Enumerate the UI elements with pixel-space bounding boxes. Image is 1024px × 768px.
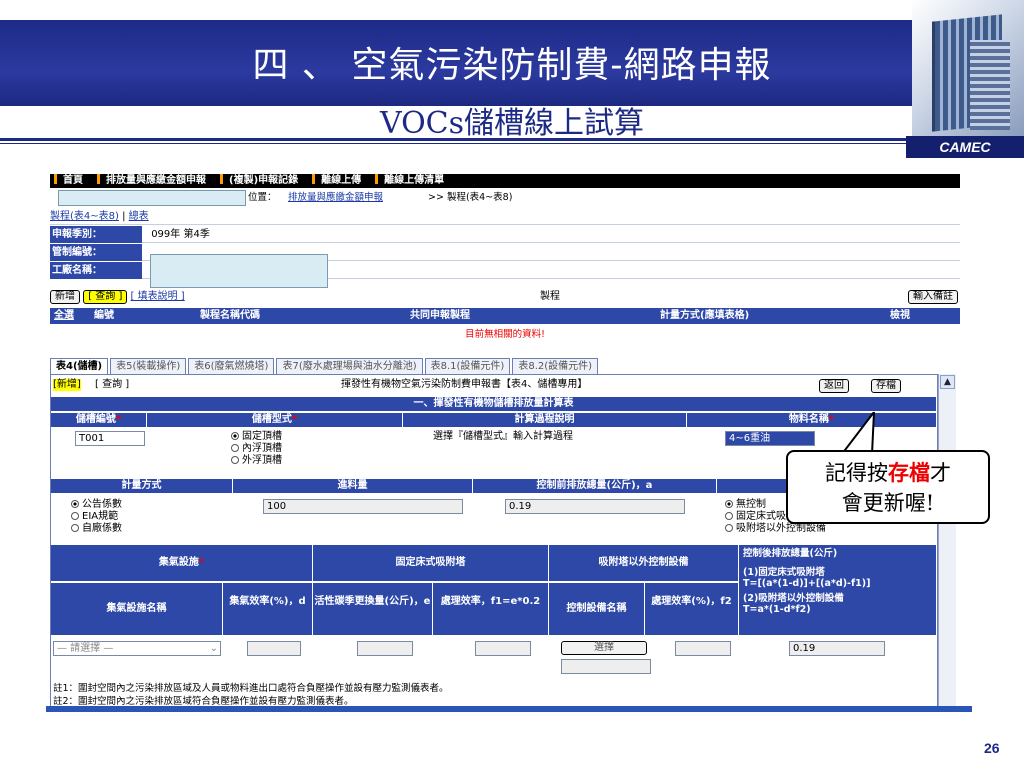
radio-icon [725, 500, 733, 508]
tank-form-panel: [新增] [ 查詢 ] 揮發性有機物空氣污染防制費申報書【表4、儲槽專用】 返回… [50, 374, 938, 710]
panel-new-button[interactable]: [新增] [53, 379, 81, 391]
field-period: 申報季別： 099年 第4季 [50, 226, 960, 243]
tank-id-input[interactable]: T001 [75, 431, 145, 446]
breadcrumb: 位置： 排放量與應繳金額申報 >> 製程(表4~表8) [50, 190, 960, 206]
redacted-box [58, 190, 246, 206]
slide: 四 、 空氣污染防制費-網路申報 VOCs儲槽線上試算 CAMEC 首頁 排放量… [0, 0, 1024, 768]
breadcrumb-link[interactable]: 排放量與應繳金額申報 [288, 190, 383, 206]
screenshot-border [46, 706, 972, 712]
header-eff2: 處理效率(%)，f2 [645, 583, 739, 635]
header-method: 計量方式 [51, 479, 233, 493]
callout-pointer [840, 412, 876, 454]
top-nav: 首頁 排放量與應繳金額申報 (複製)申報記錄 離線上傳 離線上傳清單 [50, 174, 960, 188]
nav-home[interactable]: 首頁 [54, 174, 83, 188]
radio-icon [725, 512, 733, 520]
remark-button[interactable]: 輸入備註 [908, 290, 958, 304]
collect-eff-input[interactable] [247, 641, 301, 656]
callout-note: 記得按存檔才 會更新喔! [786, 450, 990, 524]
after-emission-value: 0.19 [789, 641, 885, 656]
scrollbar[interactable]: ▲ [938, 374, 956, 710]
chevron-down-icon: ⌄ [209, 643, 218, 654]
save-button[interactable]: 存檔 [871, 379, 901, 393]
header-collect-name: 集氣設施名稱 [51, 583, 223, 635]
calc-note: 選擇『儲槽型式』輸入計算過程 [433, 431, 573, 442]
radio-icon [725, 524, 733, 532]
nav-offline-list[interactable]: 離線上傳清單 [375, 174, 444, 188]
input-amount[interactable]: 100 [263, 499, 463, 514]
query-button[interactable]: [ 查詢 ] [83, 290, 128, 304]
action-row: 新增 [ 查詢 ] [ 填表說明 ] 製程 輸入備註 [50, 288, 960, 305]
panel-query-button[interactable]: [ 查詢 ] [95, 379, 129, 391]
tab-table5[interactable]: 表5(裝載操作) [110, 358, 187, 374]
tank-type-radios: 固定頂槽 內浮頂槽 外浮頂槽 [231, 431, 282, 467]
redacted-box [150, 254, 328, 288]
tab-table7[interactable]: 表7(廢水處理場與油水分離池) [276, 358, 423, 374]
header-eff1: 處理效率，f1=e*0.2 [433, 583, 549, 635]
header-collect: 集氣設施* [51, 545, 313, 581]
page-number: 26 [984, 740, 1000, 756]
header-ctrl-name: 控制設備名稱 [549, 583, 645, 635]
nav-declare[interactable]: 排放量與應繳金額申報 [97, 174, 206, 188]
header-input: 進料量 [233, 479, 473, 493]
material-select[interactable]: 4~6重油 [725, 431, 815, 446]
radio-icon [231, 432, 239, 440]
radio-icon [71, 500, 79, 508]
note-1: 註1：圍封空間內之污染排放區域及人員或物料進出口處符合負壓操作並設有壓力監測儀表… [53, 683, 449, 694]
header-fixed-bed: 固定床式吸附塔 [313, 545, 549, 581]
form-title: 揮發性有機物空氣污染防制費申報書【表4、儲槽專用】 [341, 379, 588, 390]
building-photo [912, 0, 1024, 158]
link-summary[interactable]: 總表 [129, 211, 149, 222]
new-button[interactable]: 新增 [50, 290, 80, 304]
nav-records[interactable]: (複製)申報記錄 [220, 174, 298, 188]
tab-table6[interactable]: 表6(廢氣燃燒塔) [188, 358, 275, 374]
section-header: 一、揮發性有機物儲槽排放量計算表 [51, 397, 937, 411]
radio-icon [71, 512, 79, 520]
slide-subtitle: VOCs儲槽線上試算 [379, 106, 645, 136]
link-process[interactable]: 製程(表4~表8) [50, 211, 119, 222]
tab-table8-2[interactable]: 表8.2(設備元件) [512, 358, 599, 374]
radio-icon [71, 524, 79, 532]
tab-table8-1[interactable]: 表8.1(設備元件) [424, 358, 511, 374]
pick-control-button[interactable]: 選擇 [561, 641, 647, 655]
header-calc: 計算過程說明 [403, 413, 687, 427]
header-carbon: 活性碳季更換量(公斤)，e [313, 583, 433, 635]
nav-offline-upload[interactable]: 離線上傳 [312, 174, 361, 188]
slide-title: 四 、 空氣污染防制費-網路申報 [252, 45, 772, 86]
ctrl-name-input[interactable] [561, 659, 651, 674]
help-link[interactable]: [ 填表說明 ] [131, 291, 185, 302]
eff2-input[interactable] [675, 641, 731, 656]
title-rule [0, 138, 906, 144]
pre-emission-value: 0.19 [505, 499, 685, 514]
radio-icon [231, 456, 239, 464]
header-tank-id: 儲槽編號* [51, 413, 147, 427]
sub-links: 製程(表4~表8) | 總表 [50, 208, 960, 225]
select-all-link[interactable]: 全選 [54, 308, 74, 324]
method-radios: 公告係數 EIA規範 自廠係數 [71, 499, 122, 535]
header-other-control: 吸附塔以外控制設備 [549, 545, 739, 581]
header-after-emission: 控制後排放總量(公斤) (1)固定床式吸附塔 T=[(a*(1-d)]+[(a*… [739, 545, 937, 635]
scroll-up-icon[interactable]: ▲ [940, 375, 955, 389]
eff1-input[interactable] [475, 641, 531, 656]
process-list-header: 全選 編號 製程名稱代碼 共同申報製程 計量方式(應填表格) 檢視 [50, 308, 960, 324]
carbon-input[interactable] [357, 641, 413, 656]
tab-table4[interactable]: 表4(儲槽) [50, 358, 109, 374]
radio-icon [231, 444, 239, 452]
header-tank-type: 儲槽型式* [147, 413, 403, 427]
back-button[interactable]: 返回 [819, 379, 849, 393]
no-data-message: 目前無相關的資料! [465, 329, 545, 340]
camec-logo: CAMEC [906, 136, 1024, 158]
header-pre-emission: 控制前排放總量(公斤)，a [473, 479, 717, 493]
header-collect-eff: 集氣效率(%)，d [223, 583, 313, 635]
collect-select[interactable]: — 請選擇 — ⌄ [53, 641, 221, 656]
form-tabs: 表4(儲槽) 表5(裝載操作) 表6(廢氣燃燒塔) 表7(廢水處理場與油水分離池… [50, 358, 600, 374]
